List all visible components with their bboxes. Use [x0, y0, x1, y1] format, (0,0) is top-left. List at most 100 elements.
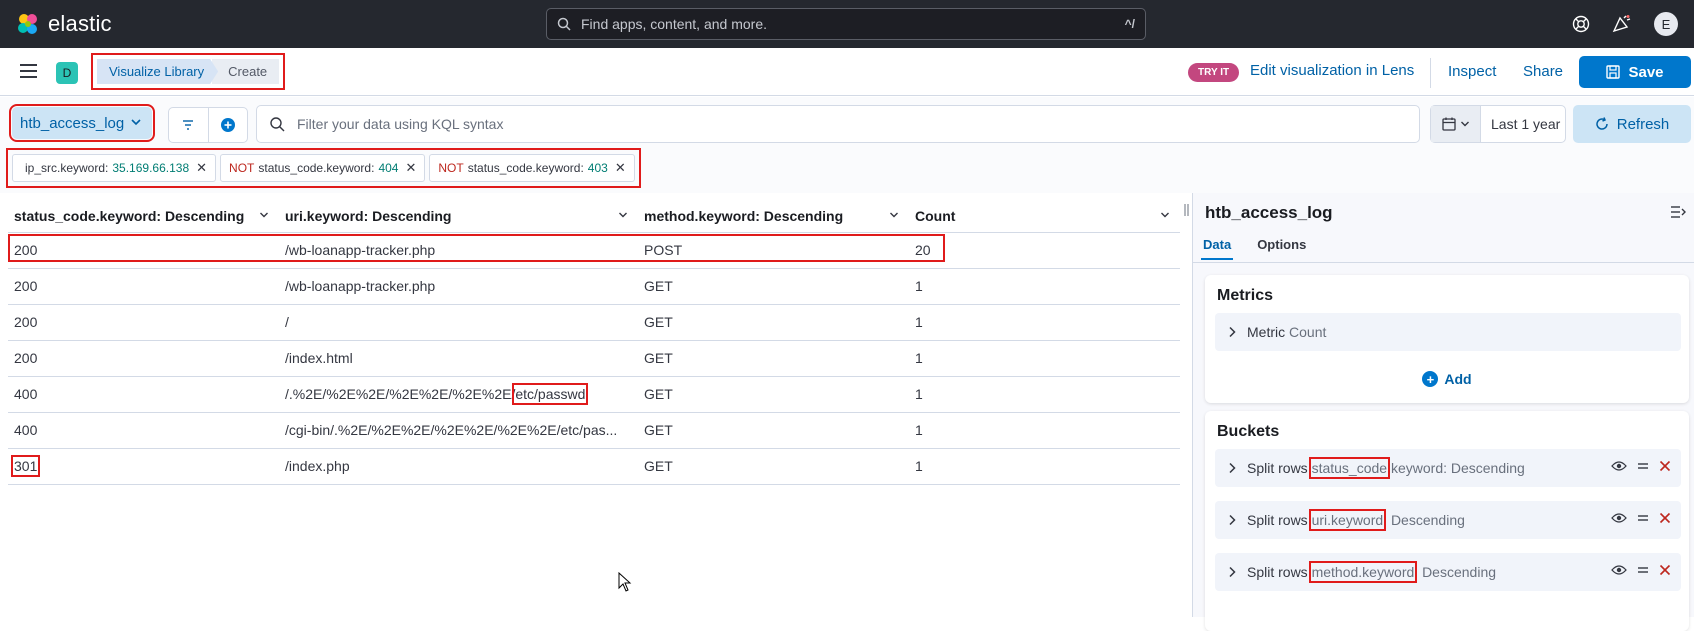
table-cell[interactable]: 200	[8, 304, 279, 341]
table-cell[interactable]: 1	[909, 268, 1180, 305]
data-view-picker[interactable]: htb_access_log	[9, 104, 155, 142]
tab-data[interactable]: Data	[1201, 233, 1234, 260]
add-filter-button[interactable]	[209, 108, 248, 142]
kql-placeholder: Filter your data using KQL syntax	[297, 116, 504, 132]
eye-icon[interactable]	[1611, 460, 1627, 472]
column-header-uri[interactable]: uri.keyword: Descending	[279, 200, 638, 233]
bucket-prefix: Split rows	[1247, 512, 1308, 528]
share-button[interactable]: Share	[1523, 63, 1563, 80]
uri-prefix: /.%2E/%2E%2E/%2E%2E/%2E%2E/	[285, 386, 516, 402]
table-cell[interactable]: GET	[638, 268, 909, 305]
table-cell[interactable]: GET	[638, 304, 909, 341]
column-header-method[interactable]: method.keyword: Descending	[638, 200, 909, 233]
global-search-input[interactable]: Find apps, content, and more. ^/	[546, 8, 1146, 40]
uri-highlight: etc/passwd	[512, 383, 589, 405]
table-cell[interactable]: GET	[638, 376, 909, 413]
metric-value: Count	[1289, 324, 1327, 340]
add-metric-button[interactable]: + Add	[1205, 371, 1689, 387]
table-cell[interactable]: /.%2E/%2E%2E/%2E%2E/%2E%2E/etc/passwd	[279, 376, 638, 413]
collapse-panel-icon[interactable]	[1670, 205, 1686, 219]
drag-handle-icon[interactable]	[1637, 513, 1649, 523]
column-label: Count	[915, 207, 956, 224]
eye-icon[interactable]	[1611, 564, 1627, 576]
chevron-down-icon	[131, 119, 141, 126]
kql-query-input[interactable]: Filter your data using KQL syntax	[256, 105, 1420, 143]
table-cell[interactable]: 200	[8, 232, 279, 269]
menu-icon[interactable]	[20, 64, 37, 78]
header-divider	[1430, 58, 1431, 88]
column-header-status-code[interactable]: status_code.keyword: Descending	[8, 200, 279, 233]
date-picker[interactable]: Last 1 year	[1430, 105, 1566, 143]
drag-handle-icon[interactable]	[1637, 461, 1649, 471]
remove-icon[interactable]	[1659, 512, 1671, 524]
help-icon[interactable]	[1572, 15, 1590, 33]
breadcrumb-visualize-library[interactable]: Visualize Library	[97, 59, 218, 84]
close-icon[interactable]: ✕	[615, 160, 626, 176]
elastic-logo[interactable]: elastic	[16, 11, 112, 37]
filter-pill[interactable]: NOT status_code.keyword: 403 ✕	[429, 154, 635, 182]
table-cell[interactable]: 200	[8, 268, 279, 305]
chevron-down-icon[interactable]	[618, 210, 628, 220]
table-cell[interactable]: GET	[638, 448, 909, 485]
table-cell[interactable]: /	[279, 304, 638, 341]
metric-accordion[interactable]: Metric Count	[1215, 313, 1681, 351]
close-icon[interactable]: ✕	[196, 160, 207, 176]
column-label: status_code.keyword: Descending	[14, 207, 245, 224]
close-icon[interactable]: ✕	[405, 160, 416, 176]
remove-icon[interactable]	[1659, 564, 1671, 576]
table-cell[interactable]: 301	[8, 448, 279, 485]
inspect-button[interactable]: Inspect	[1448, 63, 1496, 80]
table-cell[interactable]: 1	[909, 412, 1180, 449]
quick-select-button[interactable]	[1431, 106, 1481, 142]
resize-handle-icon[interactable]	[1182, 200, 1192, 220]
save-icon	[1606, 65, 1621, 79]
table-cell[interactable]: /cgi-bin/.%2E/%2E%2E/%2E%2E/%2E%2E/etc/p…	[279, 412, 638, 449]
table-cell[interactable]: 200	[8, 340, 279, 377]
column-header-count[interactable]: Count	[909, 200, 1180, 233]
chevron-down-icon[interactable]	[1160, 210, 1170, 220]
table-cell[interactable]: /index.php	[279, 448, 638, 485]
table-cell[interactable]: POST	[638, 232, 909, 269]
filter-pill[interactable]: NOT status_code.keyword: 404 ✕	[220, 154, 426, 182]
data-view-name: htb_access_log	[20, 114, 125, 132]
panel-title: htb_access_log	[1205, 203, 1333, 222]
bucket-accordion[interactable]: Split rows uri.keyword: Descending	[1215, 501, 1681, 539]
table-cell[interactable]: 20	[909, 232, 1180, 269]
bucket-accordion[interactable]: Split rows method.keyword: Descending	[1215, 553, 1681, 591]
table-row: 200 /wb-loanapp-tracker.php POST 20	[8, 232, 1180, 269]
eye-icon[interactable]	[1611, 512, 1627, 524]
table-cell[interactable]: /wb-loanapp-tracker.php	[279, 268, 638, 305]
table-cell[interactable]: GET	[638, 412, 909, 449]
chevron-right-icon[interactable]	[1227, 462, 1237, 474]
chevron-right-icon[interactable]	[1227, 514, 1237, 526]
newsfeed-icon[interactable]	[1612, 15, 1632, 33]
remove-icon[interactable]	[1659, 460, 1671, 472]
save-button[interactable]: Save	[1579, 56, 1691, 88]
chevron-down-icon[interactable]	[889, 210, 899, 220]
edit-in-lens-link[interactable]: Edit visualization in Lens	[1250, 62, 1414, 79]
space-avatar[interactable]: D	[56, 62, 78, 84]
table-cell[interactable]: /wb-loanapp-tracker.php	[279, 232, 638, 269]
table-cell[interactable]: 1	[909, 304, 1180, 341]
table-cell[interactable]: 400	[8, 376, 279, 413]
user-avatar[interactable]: E	[1654, 12, 1678, 36]
table-cell[interactable]: GET	[638, 340, 909, 377]
filter-value: 35.169.66.138	[112, 161, 190, 175]
chevron-right-icon[interactable]	[1227, 326, 1237, 338]
bucket-accordion[interactable]: Split rows status_code.keyword: Descendi…	[1215, 449, 1681, 487]
bucket-field: uri.keyword	[1308, 509, 1387, 531]
table-cell[interactable]: 1	[909, 448, 1180, 485]
panel-tabs: Data Options	[1201, 233, 1308, 260]
refresh-button[interactable]: Refresh	[1573, 105, 1691, 143]
table-cell[interactable]: /index.html	[279, 340, 638, 377]
buckets-card: Buckets Split rows status_code.keyword: …	[1205, 411, 1689, 631]
table-cell[interactable]: 400	[8, 412, 279, 449]
table-cell[interactable]: 1	[909, 376, 1180, 413]
tab-options[interactable]: Options	[1255, 233, 1308, 260]
chevron-down-icon[interactable]	[259, 210, 269, 220]
filter-menu-button[interactable]	[169, 108, 209, 142]
table-cell[interactable]: 1	[909, 340, 1180, 377]
drag-handle-icon[interactable]	[1637, 565, 1649, 575]
filter-pill[interactable]: ip_src.keyword: 35.169.66.138 ✕	[12, 154, 217, 182]
chevron-right-icon[interactable]	[1227, 566, 1237, 578]
